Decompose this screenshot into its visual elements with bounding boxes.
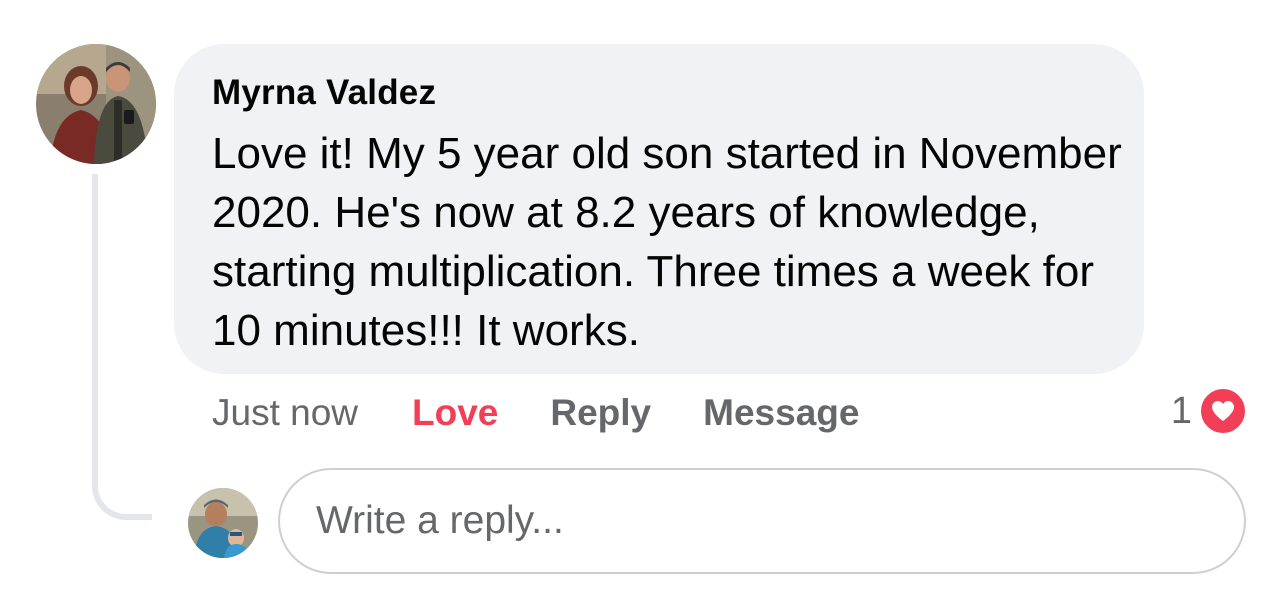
comment-text: Love it! My 5 year old son started in No… [212, 129, 1122, 355]
comment-author-name[interactable]: Myrna Valdez [212, 72, 1114, 114]
write-reply-input[interactable] [278, 468, 1246, 574]
current-user-photo [188, 488, 258, 558]
current-user-avatar[interactable] [188, 488, 258, 558]
comment-timestamp[interactable]: Just now [212, 392, 358, 434]
love-button[interactable]: Love [412, 392, 498, 434]
comment-bubble: Myrna Valdez Love it! My 5 year old son … [174, 44, 1144, 374]
commenter-avatar[interactable] [36, 44, 156, 164]
heart-icon [1198, 386, 1248, 436]
message-button[interactable]: Message [703, 392, 859, 434]
reaction-count: 1 [1170, 389, 1192, 432]
comment-thread: Myrna Valdez Love it! My 5 year old son … [0, 0, 1284, 596]
commenter-photo [36, 44, 156, 164]
comment-actions: Just now Love Reply Message [212, 388, 859, 438]
reaction-summary[interactable]: 1 [1171, 386, 1248, 436]
reply-button[interactable]: Reply [550, 392, 651, 434]
thread-connector-line [92, 174, 152, 520]
